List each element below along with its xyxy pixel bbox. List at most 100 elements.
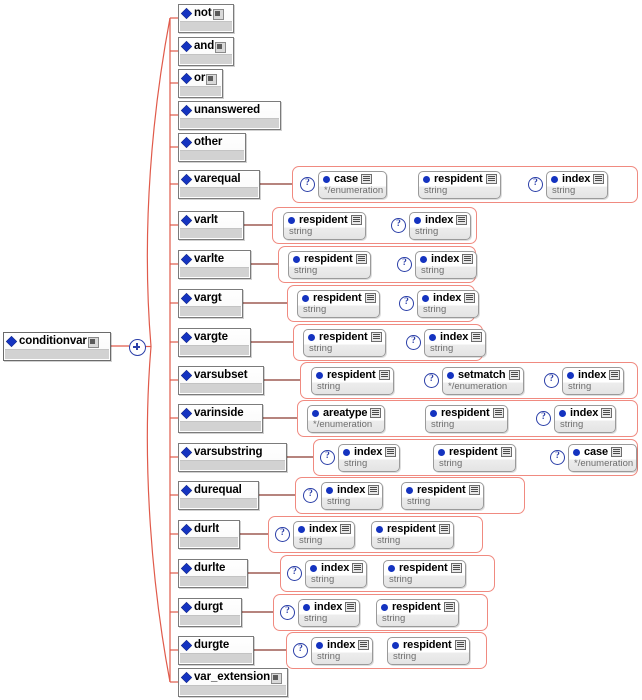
attribute-box[interactable]: index string xyxy=(338,443,401,472)
element-node-label: varsubstring xyxy=(194,445,263,458)
attribute-index[interactable]: ? index string xyxy=(303,481,384,510)
attribute-box[interactable]: respident string xyxy=(303,328,386,357)
attribute-index[interactable]: ? index string xyxy=(293,636,374,665)
element-node-durgt[interactable]: durgt xyxy=(178,598,242,627)
element-node-durlt[interactable]: durlt xyxy=(178,520,240,549)
attribute-respident[interactable]: respident string xyxy=(311,366,394,395)
attribute-respident[interactable]: respident string xyxy=(288,250,371,279)
attribute-respident[interactable]: respident string xyxy=(303,328,386,357)
attribute-box[interactable]: index string xyxy=(305,559,368,588)
attribute-setmatch[interactable]: ? setmatch */enumeration xyxy=(424,366,524,395)
attribute-box[interactable]: respident string xyxy=(383,559,466,588)
attribute-box[interactable]: respident string xyxy=(283,211,366,240)
choice-compositor-icon[interactable] xyxy=(129,339,146,356)
attribute-index[interactable]: ? index string xyxy=(528,170,609,199)
attribute-dot-icon xyxy=(303,603,310,611)
element-node-varinside[interactable]: varinside xyxy=(178,404,263,433)
attribute-box[interactable]: index string xyxy=(562,366,625,395)
element-node-root[interactable]: conditionvar xyxy=(3,332,111,361)
attribute-index[interactable]: ? index string xyxy=(391,211,472,240)
attribute-box[interactable]: respident string xyxy=(371,520,454,549)
element-node-or[interactable]: or xyxy=(178,69,223,98)
attribute-box[interactable]: respident string xyxy=(425,404,508,433)
attribute-box[interactable]: index string xyxy=(415,250,478,279)
element-node-body xyxy=(5,349,109,359)
attribute-box[interactable]: respident string xyxy=(288,250,371,279)
element-node-durgte[interactable]: durgte xyxy=(178,636,254,665)
element-node-other[interactable]: other xyxy=(178,133,246,162)
attribute-index[interactable]: ? index string xyxy=(397,250,478,279)
optional-marker-icon: ? xyxy=(536,411,551,426)
attribute-box[interactable]: index string xyxy=(424,328,487,357)
element-node-label: durequal xyxy=(194,483,242,496)
attribute-box[interactable]: index string xyxy=(311,636,374,665)
attribute-case[interactable]: ? case */enumeration xyxy=(550,443,638,472)
attribute-respident[interactable]: respident string xyxy=(433,443,516,472)
attribute-case[interactable]: ? case */enumeration xyxy=(300,170,388,199)
attribute-label: respident xyxy=(392,601,441,613)
attribute-box[interactable]: index string xyxy=(321,481,384,510)
attribute-dot-icon xyxy=(326,486,333,494)
attribute-box[interactable]: respident string xyxy=(297,289,380,318)
element-node-durequal[interactable]: durequal xyxy=(178,481,259,510)
attribute-box[interactable]: index string xyxy=(409,211,472,240)
attribute-index[interactable]: ? index string xyxy=(287,559,368,588)
attribute-box[interactable]: respident string xyxy=(433,443,516,472)
attribute-index[interactable]: ? index string xyxy=(536,404,617,433)
attribute-type: */enumeration xyxy=(324,185,384,196)
attribute-index[interactable]: ? index string xyxy=(275,520,356,549)
attribute-respident[interactable]: respident string xyxy=(371,520,454,549)
attribute-box[interactable]: index string xyxy=(417,289,480,318)
element-node-varlt[interactable]: varlt xyxy=(178,211,244,240)
attribute-respident[interactable]: respident string xyxy=(283,211,366,240)
attribute-group-varinside: areatype */enumeration respident string? ind… xyxy=(297,400,638,437)
attribute-box[interactable]: respident string xyxy=(418,170,501,199)
attribute-box[interactable]: setmatch */enumeration xyxy=(442,366,524,395)
attribute-group-varsubstring: ? index string respident string ? case */enumer… xyxy=(313,439,638,476)
attribute-box[interactable]: areatype */enumeration xyxy=(307,404,386,433)
attribute-index[interactable]: ? index string xyxy=(320,443,401,472)
attribute-label: index xyxy=(321,562,350,574)
attribute-box[interactable]: index string xyxy=(293,520,356,549)
attributes-glyph-icon xyxy=(215,42,227,54)
attribute-type: string xyxy=(423,304,447,315)
element-node-vargt[interactable]: vargt xyxy=(178,289,243,318)
attribute-respident[interactable]: respident string xyxy=(297,289,380,318)
attribute-box[interactable]: index string xyxy=(554,404,617,433)
attribute-index[interactable]: ? index string xyxy=(280,598,361,627)
attribute-areatype[interactable]: areatype */enumeration xyxy=(307,404,386,433)
element-node-varlte[interactable]: varlte xyxy=(178,250,251,279)
attribute-box[interactable]: index string xyxy=(546,170,609,199)
attribute-respident[interactable]: respident string xyxy=(387,636,470,665)
attribute-box[interactable]: respident string xyxy=(376,598,459,627)
attribute-index[interactable]: ? index string xyxy=(544,366,625,395)
attribute-box[interactable]: index string xyxy=(298,598,361,627)
attribute-dot-icon xyxy=(293,255,300,263)
attribute-respident[interactable]: respident string xyxy=(383,559,466,588)
element-node-label: var_extension xyxy=(194,670,271,683)
attribute-index[interactable]: ? index string xyxy=(406,328,487,357)
element-node-durlte[interactable]: durlte xyxy=(178,559,248,588)
element-node-not[interactable]: not xyxy=(178,4,234,33)
attribute-respident[interactable]: respident string xyxy=(401,481,484,510)
attribute-box[interactable]: respident string xyxy=(401,481,484,510)
element-node-varsubstring[interactable]: varsubstring xyxy=(178,443,287,472)
attribute-index[interactable]: ? index string xyxy=(399,289,480,318)
attribute-respident[interactable]: respident string xyxy=(418,170,501,199)
element-node-vargte[interactable]: vargte xyxy=(178,328,251,357)
attribute-box[interactable]: respident string xyxy=(311,366,394,395)
element-node-varsubset[interactable]: varsubset xyxy=(178,366,264,395)
attribute-list-icon xyxy=(601,408,613,418)
element-node-header: var_extension xyxy=(179,669,287,686)
attribute-respident[interactable]: respident string xyxy=(425,404,508,433)
element-node-var_extension[interactable]: var_extension xyxy=(178,668,288,697)
element-node-varequal[interactable]: varequal xyxy=(178,170,260,199)
element-node-unanswered[interactable]: unanswered xyxy=(178,101,281,130)
attribute-box[interactable]: case */enumeration xyxy=(318,170,388,199)
element-node-and[interactable]: and xyxy=(178,37,234,66)
attribute-box[interactable]: respident string xyxy=(387,636,470,665)
attribute-respident[interactable]: respident string xyxy=(376,598,459,627)
attribute-list-icon xyxy=(450,563,462,573)
attribute-box[interactable]: case */enumeration xyxy=(568,443,638,472)
attribute-name-row: case xyxy=(323,173,383,185)
